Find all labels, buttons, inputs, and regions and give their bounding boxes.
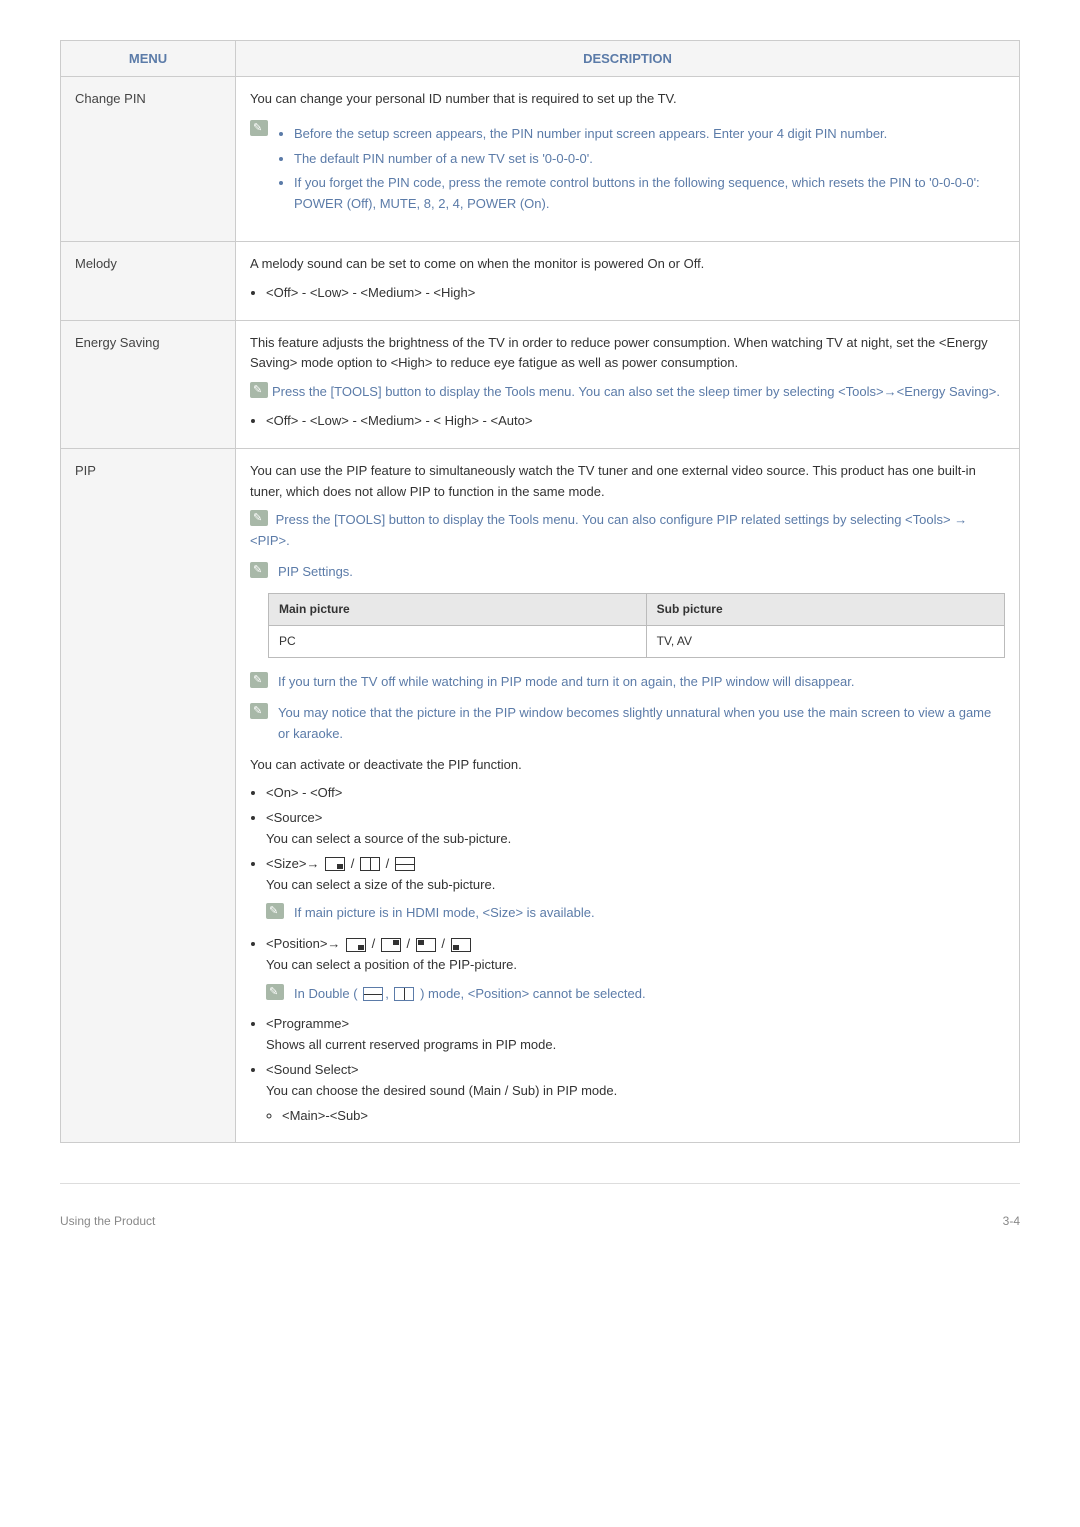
pip-opt-size: <Size>→ / / You can select a size of the… bbox=[266, 854, 1005, 924]
desc-energy-saving: This feature adjusts the brightness of t… bbox=[236, 320, 1020, 448]
pip-intro: You can use the PIP feature to simultane… bbox=[250, 461, 1005, 503]
desc-pip: You can use the PIP feature to simultane… bbox=[236, 448, 1020, 1143]
note-icon bbox=[266, 984, 284, 1000]
note-icon bbox=[250, 703, 268, 719]
pip-opt-pos-d: You can select a position of the PIP-pic… bbox=[266, 957, 517, 972]
subtable-h2: Sub picture bbox=[646, 593, 1004, 625]
menu-energy-saving: Energy Saving bbox=[61, 320, 236, 448]
subtable-c1: PC bbox=[269, 625, 647, 657]
pip-opt-sound-h: <Sound Select> bbox=[266, 1062, 359, 1077]
melody-options: <Off> - <Low> - <Medium> - <High> bbox=[266, 283, 1005, 304]
pip-opt-sound-d: You can choose the desired sound (Main /… bbox=[266, 1083, 617, 1098]
pip-activate: You can activate or deactivate the PIP f… bbox=[250, 755, 1005, 776]
pip-note-2: You may notice that the picture in the P… bbox=[278, 703, 1005, 745]
size-icon-small bbox=[325, 857, 345, 871]
subtable-h1: Main picture bbox=[269, 593, 647, 625]
pos-icon-br bbox=[346, 938, 366, 952]
change-pin-intro: You can change your personal ID number t… bbox=[250, 89, 1005, 110]
pip-opt-size-h: <Size>→ bbox=[266, 856, 319, 871]
pos-icon-bl bbox=[451, 938, 471, 952]
change-pin-note-2: The default PIN number of a new TV set i… bbox=[294, 149, 1005, 170]
pos-icon-tr bbox=[381, 938, 401, 952]
note-icon bbox=[250, 562, 268, 578]
header-description: DESCRIPTION bbox=[236, 41, 1020, 77]
note-icon bbox=[250, 120, 268, 136]
desc-change-pin: You can change your personal ID number t… bbox=[236, 77, 1020, 242]
desc-melody: A melody sound can be set to come on whe… bbox=[236, 241, 1020, 320]
pip-opt-onoff: <On> - <Off> bbox=[266, 783, 1005, 804]
pip-settings-label: PIP Settings. bbox=[278, 562, 1005, 583]
pip-opt-source-h: <Source> bbox=[266, 810, 322, 825]
note-icon bbox=[250, 672, 268, 688]
energy-tools-note: Press the [TOOLS] button to display the … bbox=[272, 384, 1000, 399]
pip-opt-sound: <Sound Select> You can choose the desire… bbox=[266, 1060, 1005, 1126]
note-icon bbox=[266, 903, 284, 919]
pip-subtable: Main picture Sub picture PC TV, AV bbox=[268, 593, 1005, 658]
footer-left: Using the Product bbox=[60, 1214, 155, 1228]
header-menu: MENU bbox=[61, 41, 236, 77]
menu-pip: PIP bbox=[61, 448, 236, 1143]
size-icon-split-h bbox=[363, 987, 383, 1001]
footer-right: 3-4 bbox=[1003, 1214, 1020, 1228]
pip-tools-note: Press the [TOOLS] button to display the … bbox=[250, 512, 967, 548]
note-icon bbox=[250, 510, 268, 526]
pip-opt-programme: <Programme> Shows all current reserved p… bbox=[266, 1014, 1005, 1056]
pip-size-note: If main picture is in HDMI mode, <Size> … bbox=[294, 903, 1005, 924]
pos-icon-tl bbox=[416, 938, 436, 952]
note-icon bbox=[250, 382, 268, 398]
pip-opt-prog-h: <Programme> bbox=[266, 1016, 349, 1031]
change-pin-note-3: If you forget the PIN code, press the re… bbox=[294, 173, 1005, 215]
energy-options: <Off> - <Low> - <Medium> - < High> - <Au… bbox=[266, 411, 1005, 432]
page-footer: Using the Product 3-4 bbox=[60, 1214, 1020, 1228]
change-pin-note-1: Before the setup screen appears, the PIN… bbox=[294, 124, 1005, 145]
pip-opt-source-d: You can select a source of the sub-pictu… bbox=[266, 831, 511, 846]
pip-opt-source: <Source> You can select a source of the … bbox=[266, 808, 1005, 850]
menu-melody: Melody bbox=[61, 241, 236, 320]
pip-opt-position: <Position>→ / / / You can select a posit… bbox=[266, 934, 1005, 1004]
size-icon-split-h bbox=[395, 857, 415, 871]
pip-opt-prog-d: Shows all current reserved programs in P… bbox=[266, 1037, 556, 1052]
melody-intro: A melody sound can be set to come on whe… bbox=[250, 254, 1005, 275]
size-icon-split-v bbox=[394, 987, 414, 1001]
subtable-c2: TV, AV bbox=[646, 625, 1004, 657]
size-icon-split-v bbox=[360, 857, 380, 871]
menu-change-pin: Change PIN bbox=[61, 77, 236, 242]
footer-divider bbox=[60, 1183, 1020, 1184]
pip-opt-sound-sub: <Main>-<Sub> bbox=[282, 1106, 1005, 1127]
menu-description-table: MENU DESCRIPTION Change PIN You can chan… bbox=[60, 40, 1020, 1143]
pip-opt-size-d: You can select a size of the sub-picture… bbox=[266, 877, 495, 892]
pip-note-1: If you turn the TV off while watching in… bbox=[278, 672, 1005, 693]
energy-intro: This feature adjusts the brightness of t… bbox=[250, 333, 1005, 375]
pip-pos-note: In Double ( , ) mode, <Position> cannot … bbox=[294, 984, 1005, 1005]
pip-opt-pos-h: <Position>→ bbox=[266, 936, 340, 951]
